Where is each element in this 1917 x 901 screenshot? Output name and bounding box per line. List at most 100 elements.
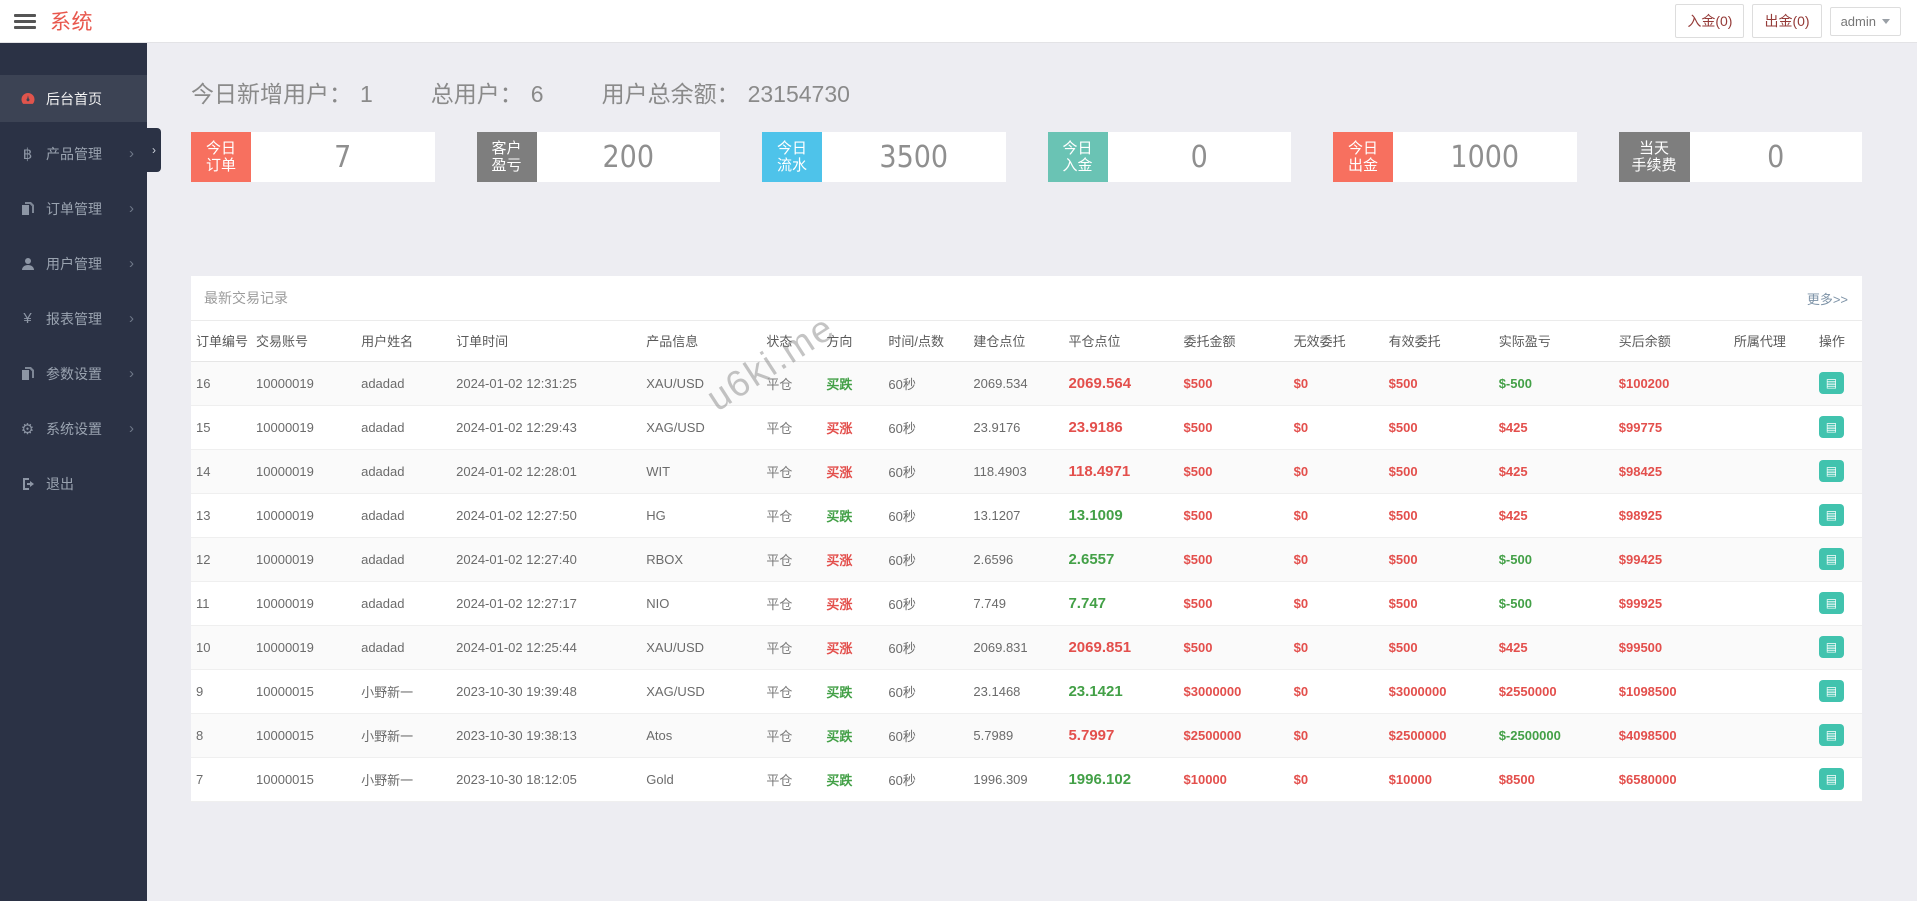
panel-title: 最新交易记录 bbox=[204, 288, 288, 308]
cell-product: Gold bbox=[641, 757, 761, 801]
cell-actual-profit: $-500 bbox=[1494, 361, 1614, 405]
column-header: 用户姓名 bbox=[356, 321, 451, 361]
cell-entrust-amount: $500 bbox=[1179, 625, 1289, 669]
cell-valid-entrust: $500 bbox=[1384, 625, 1494, 669]
cell-agent bbox=[1729, 405, 1814, 449]
card-label: 今日 流水 bbox=[762, 132, 822, 182]
cell-open-price: 2.6596 bbox=[968, 537, 1063, 581]
cell-status: 平仓 bbox=[761, 537, 821, 581]
withdraw-button[interactable]: 出金(0) bbox=[1752, 4, 1821, 38]
card-value: 0 bbox=[1690, 132, 1862, 182]
order-detail-button[interactable]: ▤ bbox=[1819, 636, 1844, 658]
order-detail-icon: ▤ bbox=[1826, 416, 1837, 438]
order-detail-button[interactable]: ▤ bbox=[1819, 372, 1844, 394]
cell-after-balance: $1098500 bbox=[1614, 669, 1729, 713]
stat-value: 1 bbox=[360, 81, 373, 108]
copy-icon bbox=[19, 202, 36, 216]
order-detail-button[interactable]: ▤ bbox=[1819, 768, 1844, 790]
cell-duration: 60秒 bbox=[883, 581, 968, 625]
cell-close-price: 23.9186 bbox=[1063, 405, 1178, 449]
order-detail-button[interactable]: ▤ bbox=[1819, 460, 1844, 482]
sidebar-item-reports[interactable]: ¥ 报表管理 › bbox=[0, 295, 147, 342]
more-link[interactable]: 更多>> bbox=[1807, 289, 1848, 308]
column-header: 实际盈亏 bbox=[1494, 321, 1614, 361]
cell-actual-profit: $8500 bbox=[1494, 757, 1614, 801]
column-header: 有效委托 bbox=[1384, 321, 1494, 361]
cell-valid-entrust: $500 bbox=[1384, 405, 1494, 449]
cell-close-price: 13.1009 bbox=[1063, 493, 1178, 537]
cell-after-balance: $99775 bbox=[1614, 405, 1729, 449]
order-detail-button[interactable]: ▤ bbox=[1819, 548, 1844, 570]
order-detail-icon: ▤ bbox=[1826, 548, 1837, 570]
dashboard-icon bbox=[19, 91, 36, 107]
cell-username: adadad bbox=[356, 493, 451, 537]
menu-toggle-icon[interactable] bbox=[14, 14, 36, 29]
cell-open-price: 23.9176 bbox=[968, 405, 1063, 449]
sidebar: 后台首页 ฿ 产品管理 › 订单管理 › 用户管理 › ¥ 报表管理 › 参数设… bbox=[0, 43, 147, 901]
sidebar-collapse-toggle[interactable]: › bbox=[147, 128, 161, 172]
order-detail-icon: ▤ bbox=[1826, 592, 1837, 614]
cell-open-price: 5.7989 bbox=[968, 713, 1063, 757]
cell-product: XAU/USD bbox=[641, 361, 761, 405]
order-detail-button[interactable]: ▤ bbox=[1819, 416, 1844, 438]
sidebar-item-logout[interactable]: 退出 bbox=[0, 460, 147, 507]
sidebar-item-orders[interactable]: 订单管理 › bbox=[0, 185, 147, 232]
chevron-right-icon: › bbox=[129, 256, 134, 271]
cell-duration: 60秒 bbox=[883, 625, 968, 669]
cell-open-price: 2069.534 bbox=[968, 361, 1063, 405]
cell-actions: ▤ bbox=[1814, 449, 1862, 493]
table-row: 14 10000019 adadad 2024-01-02 12:28:01 W… bbox=[191, 449, 1862, 493]
cell-order-id: 13 bbox=[191, 493, 251, 537]
cell-duration: 60秒 bbox=[883, 713, 968, 757]
cell-open-price: 23.1468 bbox=[968, 669, 1063, 713]
cell-product: WIT bbox=[641, 449, 761, 493]
panel-header: 最新交易记录 更多>> bbox=[191, 276, 1862, 321]
order-detail-button[interactable]: ▤ bbox=[1819, 504, 1844, 526]
cell-product: Atos bbox=[641, 713, 761, 757]
stat-total-balance: 用户总余额： 23154730 bbox=[602, 75, 850, 109]
sidebar-item-users[interactable]: 用户管理 › bbox=[0, 240, 147, 287]
sidebar-item-products[interactable]: ฿ 产品管理 › bbox=[0, 130, 147, 177]
cell-trade-account: 10000019 bbox=[251, 581, 356, 625]
cell-valid-entrust: $2500000 bbox=[1384, 713, 1494, 757]
chevron-right-icon: › bbox=[129, 146, 134, 161]
cell-direction: 买跌 bbox=[821, 669, 883, 713]
cell-close-price: 2069.564 bbox=[1063, 361, 1178, 405]
column-header: 委托金额 bbox=[1179, 321, 1289, 361]
chevron-right-icon: › bbox=[152, 143, 156, 157]
cell-order-time: 2024-01-02 12:27:50 bbox=[451, 493, 641, 537]
cell-actual-profit: $425 bbox=[1494, 449, 1614, 493]
cell-order-time: 2023-10-30 19:38:13 bbox=[451, 713, 641, 757]
order-detail-button[interactable]: ▤ bbox=[1819, 592, 1844, 614]
cell-status: 平仓 bbox=[761, 493, 821, 537]
cell-actions: ▤ bbox=[1814, 361, 1862, 405]
cell-invalid-entrust: $0 bbox=[1289, 537, 1384, 581]
cell-valid-entrust: $500 bbox=[1384, 361, 1494, 405]
cell-order-id: 10 bbox=[191, 625, 251, 669]
cell-order-time: 2024-01-02 12:25:44 bbox=[451, 625, 641, 669]
order-detail-button[interactable]: ▤ bbox=[1819, 680, 1844, 702]
sidebar-item-home[interactable]: 后台首页 bbox=[0, 75, 147, 122]
table-row: 10 10000019 adadad 2024-01-02 12:25:44 X… bbox=[191, 625, 1862, 669]
orders-table: 订单编号交易账号用户姓名订单时间产品信息状态方向时间/点数建仓点位平仓点位委托金… bbox=[191, 321, 1862, 802]
cell-valid-entrust: $3000000 bbox=[1384, 669, 1494, 713]
cell-username: adadad bbox=[356, 581, 451, 625]
cell-entrust-amount: $500 bbox=[1179, 449, 1289, 493]
order-detail-icon: ▤ bbox=[1826, 372, 1837, 394]
main-content: 今日新增用户： 1 总用户： 6 用户总余额： 23154730 今日 订单 7… bbox=[147, 43, 1917, 901]
order-detail-button[interactable]: ▤ bbox=[1819, 724, 1844, 746]
cell-close-price: 1996.102 bbox=[1063, 757, 1178, 801]
cell-actions: ▤ bbox=[1814, 581, 1862, 625]
card-value: 0 bbox=[1108, 132, 1292, 182]
cell-trade-account: 10000019 bbox=[251, 537, 356, 581]
cell-valid-entrust: $500 bbox=[1384, 581, 1494, 625]
stat-cards: 今日 订单 7 客户 盈亏 200 今日 流水 3500 今日 入金 0 今日 … bbox=[191, 132, 1862, 182]
sidebar-item-parameters[interactable]: 参数设置 › bbox=[0, 350, 147, 397]
cell-status: 平仓 bbox=[761, 713, 821, 757]
sidebar-item-system[interactable]: ⚙ 系统设置 › bbox=[0, 405, 147, 452]
cell-after-balance: $6580000 bbox=[1614, 757, 1729, 801]
column-header: 订单时间 bbox=[451, 321, 641, 361]
deposit-button[interactable]: 入金(0) bbox=[1675, 4, 1744, 38]
user-menu-button[interactable]: admin bbox=[1830, 7, 1901, 36]
card-value: 3500 bbox=[822, 132, 1006, 182]
